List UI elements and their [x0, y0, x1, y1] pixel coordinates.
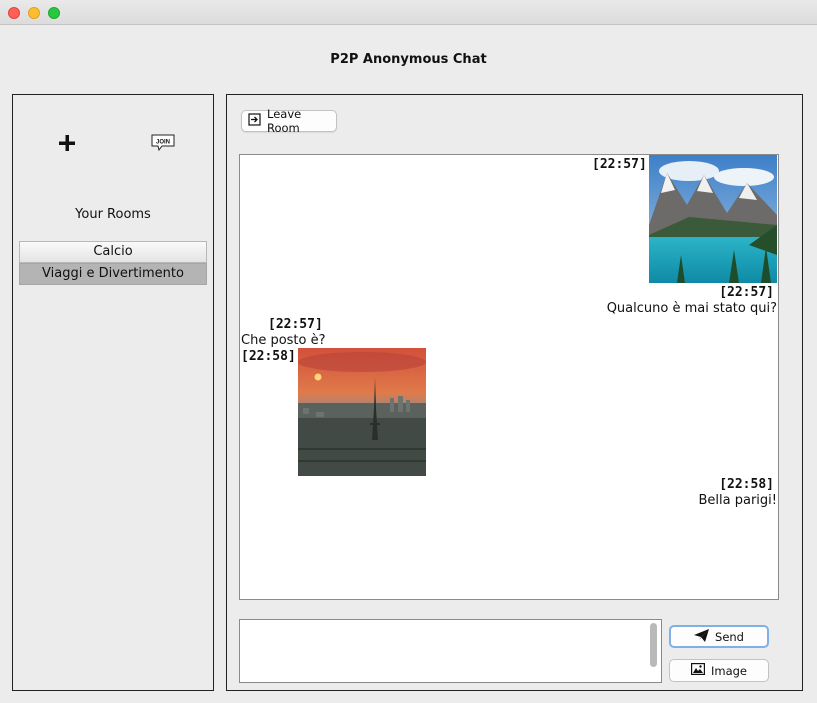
leave-room-button[interactable]: Leave Room [241, 107, 337, 135]
join-bubble-icon[interactable]: JOIN [150, 133, 176, 153]
join-icon-text: JOIN [156, 140, 170, 146]
message-timestamp: [22:57] [268, 317, 323, 332]
message-text: Che posto è? [241, 333, 326, 348]
message-timestamp: [22:58] [719, 477, 774, 492]
exit-icon [248, 113, 261, 129]
message-timestamp: [22:57] [719, 285, 774, 300]
leave-room-label: Leave Room [267, 107, 302, 135]
maximize-window-button[interactable] [48, 7, 60, 19]
message-text: Bella parigi! [698, 493, 778, 508]
app-title: P2P Anonymous Chat [330, 52, 487, 67]
room-item-calcio[interactable]: Calcio [19, 241, 207, 263]
close-window-button[interactable] [8, 7, 20, 19]
send-label: Send [715, 629, 744, 644]
window-titlebar [0, 0, 817, 25]
chat-panel: Leave Room [22:57] [22:57] Qualcuno è ma… [226, 94, 803, 691]
message-input[interactable] [239, 619, 662, 683]
input-scrollbar[interactable] [650, 623, 657, 667]
image-label: Image [710, 663, 748, 678]
mountain-lake-photo[interactable] [649, 155, 777, 283]
send-button[interactable]: Send [669, 625, 769, 648]
plus-icon[interactable] [56, 132, 78, 154]
minimize-window-button[interactable] [28, 7, 40, 19]
your-rooms-label: Your Rooms [75, 207, 151, 222]
room-item-viaggi-e-divertimento[interactable]: Viaggi e Divertimento [19, 263, 207, 285]
image-button[interactable]: Image [669, 659, 769, 682]
chat-messages-area[interactable]: [22:57] [22:57] Qualcuno è mai stato qui… [239, 154, 779, 600]
message-timestamp: [22:57] [592, 157, 647, 172]
picture-icon [690, 663, 705, 678]
message-text: Qualcuno è mai stato qui? [606, 301, 777, 316]
rooms-panel: JOIN Your Rooms Calcio Viaggi e Divertim… [12, 94, 214, 691]
room-list: Calcio Viaggi e Divertimento [19, 241, 207, 285]
message-timestamp: [22:58] [241, 349, 296, 364]
paris-sunset-photo[interactable] [298, 348, 426, 476]
paper-plane-icon [694, 628, 710, 645]
